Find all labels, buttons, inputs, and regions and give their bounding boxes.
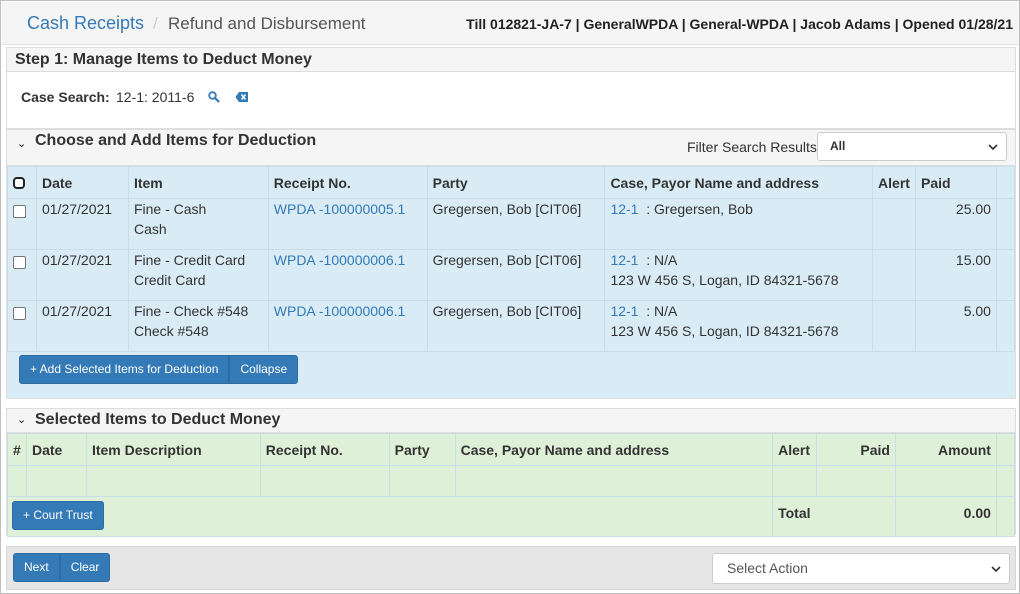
row-item: Fine - Credit Card Credit Card	[127, 249, 269, 301]
court-trust-button[interactable]: + Court Trust	[12, 501, 104, 530]
row-party: Gregersen, Bob [CIT06]	[426, 249, 606, 301]
selected-items-panel: ⌄ Selected Items to Deduct Money # Date …	[6, 408, 1016, 537]
row-date: 01/27/2021	[35, 300, 129, 352]
choose-panel-header: ⌄ Choose and Add Items for Deduction Fil…	[7, 130, 1015, 166]
col-paid[interactable]: Paid	[816, 433, 896, 466]
receipt-link[interactable]: WPDA -100000006.1	[274, 252, 406, 268]
empty-row	[7, 465, 1016, 497]
col-date[interactable]: Date	[35, 166, 129, 199]
step1-title: Step 1: Manage Items to Deduct Money	[7, 48, 1015, 72]
selected-panel-title: Selected Items to Deduct Money	[35, 411, 281, 428]
case-search-label: Case Search:	[21, 89, 110, 105]
col-spacer	[995, 433, 1016, 466]
filter-select-value: All	[830, 139, 846, 153]
row-case: 12-1 : Gregersen, Bob	[604, 198, 874, 250]
add-selected-button[interactable]: + Add Selected Items for Deduction	[19, 355, 230, 384]
items-table: Date Item Receipt No. Party Case, Payor …	[7, 166, 1016, 352]
row-item: Fine - Cash Cash	[127, 198, 269, 250]
row-paid: 25.00	[915, 198, 997, 250]
app-frame: Cash Receipts / Refund and Disbursement …	[0, 0, 1020, 594]
row-date: 01/27/2021	[35, 198, 129, 250]
table-header-row: Date Item Receipt No. Party Case, Payor …	[7, 166, 1016, 199]
col-alert[interactable]: Alert	[872, 166, 917, 199]
select-action-placeholder: Select Action	[727, 560, 808, 576]
row-case: 12-1 : N/A 123 W 456 S, Logan, ID 84321-5…	[604, 300, 874, 352]
col-item[interactable]: Item	[127, 166, 269, 199]
chevron-down-icon[interactable]: ⌄	[17, 413, 26, 426]
total-row: Total 0.00	[6, 496, 1016, 537]
row-party: Gregersen, Bob [CIT06]	[426, 198, 606, 250]
table-row: 01/27/2021 Fine - Cash Cash WPDA -1000000…	[7, 198, 1016, 250]
breadcrumb-cash-receipts[interactable]: Cash Receipts	[27, 13, 144, 34]
selected-items-table: # Date Item Description Receipt No. Part…	[6, 433, 1016, 537]
case-link[interactable]: 12-1	[610, 252, 638, 268]
breadcrumb-separator: /	[153, 14, 158, 33]
next-button[interactable]: Next	[13, 553, 60, 582]
clear-search-icon[interactable]	[235, 90, 249, 104]
col-case-payor[interactable]: Case, Payor Name and address	[604, 166, 874, 199]
row-checkbox[interactable]	[13, 205, 26, 218]
till-info: Till 012821-JA-7 | GeneralWPDA | General…	[466, 16, 1013, 32]
header-bar: Cash Receipts / Refund and Disbursement …	[2, 2, 1019, 45]
select-all-checkbox[interactable]	[13, 176, 25, 189]
choose-actions: + Add Selected Items for Deduction Colla…	[19, 355, 299, 384]
row-party: Gregersen, Bob [CIT06]	[426, 300, 606, 352]
total-value: 0.00	[895, 496, 997, 537]
clear-button[interactable]: Clear	[59, 553, 111, 582]
row-date: 01/27/2021	[35, 249, 129, 301]
row-alert	[872, 300, 917, 352]
breadcrumb-current: Refund and Disbursement	[168, 14, 366, 33]
choose-panel-title: Choose and Add Items for Deduction	[35, 132, 317, 149]
choose-items-panel: ⌄ Choose and Add Items for Deduction Fil…	[6, 129, 1016, 399]
row-item: Fine - Check #548 Check #548	[127, 300, 269, 352]
row-checkbox[interactable]	[13, 307, 26, 320]
case-link[interactable]: 12-1	[610, 303, 638, 319]
col-party[interactable]: Party	[426, 166, 606, 199]
receipt-link[interactable]: WPDA -100000006.1	[274, 303, 406, 319]
col-date[interactable]: Date	[25, 433, 87, 466]
col-receipt[interactable]: Receipt No.	[267, 166, 428, 199]
col-alert[interactable]: Alert	[772, 433, 818, 466]
col-case-payor[interactable]: Case, Payor Name and address	[454, 433, 774, 466]
row-checkbox[interactable]	[13, 256, 26, 269]
col-receipt[interactable]: Receipt No.	[259, 433, 390, 466]
col-amount[interactable]: Amount	[895, 433, 997, 466]
chevron-down-icon	[991, 566, 1001, 573]
table-row: 01/27/2021 Fine - Check #548 Check #548 W…	[7, 300, 1016, 352]
table-header-row: # Date Item Description Receipt No. Part…	[7, 433, 1016, 466]
search-icon[interactable]	[207, 90, 221, 104]
select-all-cell	[7, 166, 37, 199]
receipt-link[interactable]: WPDA -100000005.1	[274, 201, 406, 217]
filter-label: Filter Search Results	[687, 139, 817, 155]
row-paid: 15.00	[915, 249, 997, 301]
table-row: 01/27/2021 Fine - Credit Card Credit Card…	[7, 249, 1016, 301]
col-index[interactable]: #	[7, 433, 27, 466]
case-link[interactable]: 12-1	[610, 201, 638, 217]
col-party[interactable]: Party	[388, 433, 456, 466]
selected-panel-header: ⌄ Selected Items to Deduct Money	[7, 409, 1015, 433]
row-alert	[872, 249, 917, 301]
col-item-description[interactable]: Item Description	[85, 433, 261, 466]
case-search-value[interactable]: 12-1: 2011-6	[116, 89, 194, 105]
step1-panel: Step 1: Manage Items to Deduct Money Cas…	[6, 47, 1016, 129]
filter-select[interactable]: All	[817, 132, 1007, 161]
chevron-down-icon[interactable]: ⌄	[17, 137, 26, 150]
row-case: 12-1 : N/A 123 W 456 S, Logan, ID 84321-5…	[604, 249, 874, 301]
col-paid[interactable]: Paid	[915, 166, 997, 199]
chevron-down-icon	[988, 144, 998, 151]
row-paid: 5.00	[915, 300, 997, 352]
collapse-button[interactable]: Collapse	[229, 355, 299, 384]
court-trust-group: + Court Trust	[12, 501, 104, 530]
footer-buttons: Next Clear	[13, 553, 111, 582]
total-label: Total	[772, 496, 896, 537]
col-spacer	[995, 166, 1016, 199]
select-action-dropdown[interactable]: Select Action	[712, 553, 1010, 584]
footer-bar: Next Clear Select Action	[6, 546, 1016, 590]
row-alert	[872, 198, 917, 250]
